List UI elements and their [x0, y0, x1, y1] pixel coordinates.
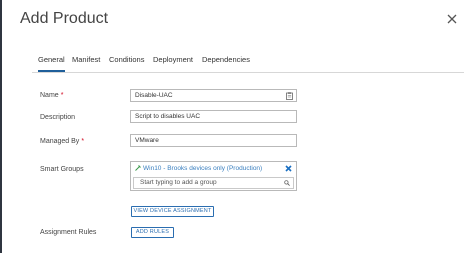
tab-dependencies[interactable]: Dependencies — [202, 55, 250, 64]
close-icon[interactable] — [445, 12, 459, 26]
name-field[interactable]: Disable-UAC — [130, 89, 297, 102]
dialog-title: Add Product — [20, 10, 109, 27]
required-asterisk: * — [60, 92, 64, 99]
view-device-assignment-button[interactable]: VIEW DEVICE ASSIGNMENT — [131, 206, 214, 217]
add-rules-button[interactable]: ADD RULES — [131, 227, 174, 238]
smart-group-search-input[interactable]: Start typing to add a group — [133, 177, 294, 189]
smart-group-chip: Win10 - Brooks devices only (Production) — [135, 165, 262, 172]
managed-by-label: Managed By * — [40, 138, 85, 145]
tab-general[interactable]: General — [38, 55, 65, 72]
assignment-rules-label: Assignment Rules — [40, 229, 97, 236]
smart-groups-label: Smart Groups — [40, 166, 84, 173]
tab-bar: General Manifest Conditions Deployment D… — [32, 50, 464, 73]
managed-by-field[interactable]: VMware — [130, 134, 297, 147]
window-edge — [0, 0, 2, 253]
remove-x-icon[interactable] — [285, 165, 292, 172]
tab-manifest[interactable]: Manifest — [72, 55, 100, 64]
tab-conditions[interactable]: Conditions — [109, 55, 144, 64]
clipboard-icon[interactable] — [286, 92, 293, 100]
description-label: Description — [40, 114, 76, 121]
required-asterisk: * — [81, 138, 85, 145]
description-field[interactable]: Script to disables UAC — [130, 110, 297, 123]
smart-groups-box: Win10 - Brooks devices only (Production)… — [130, 161, 297, 191]
tab-deployment[interactable]: Deployment — [153, 55, 193, 64]
name-label: Name * — [40, 92, 64, 99]
smart-group-icon — [135, 165, 141, 172]
search-icon — [284, 180, 290, 186]
